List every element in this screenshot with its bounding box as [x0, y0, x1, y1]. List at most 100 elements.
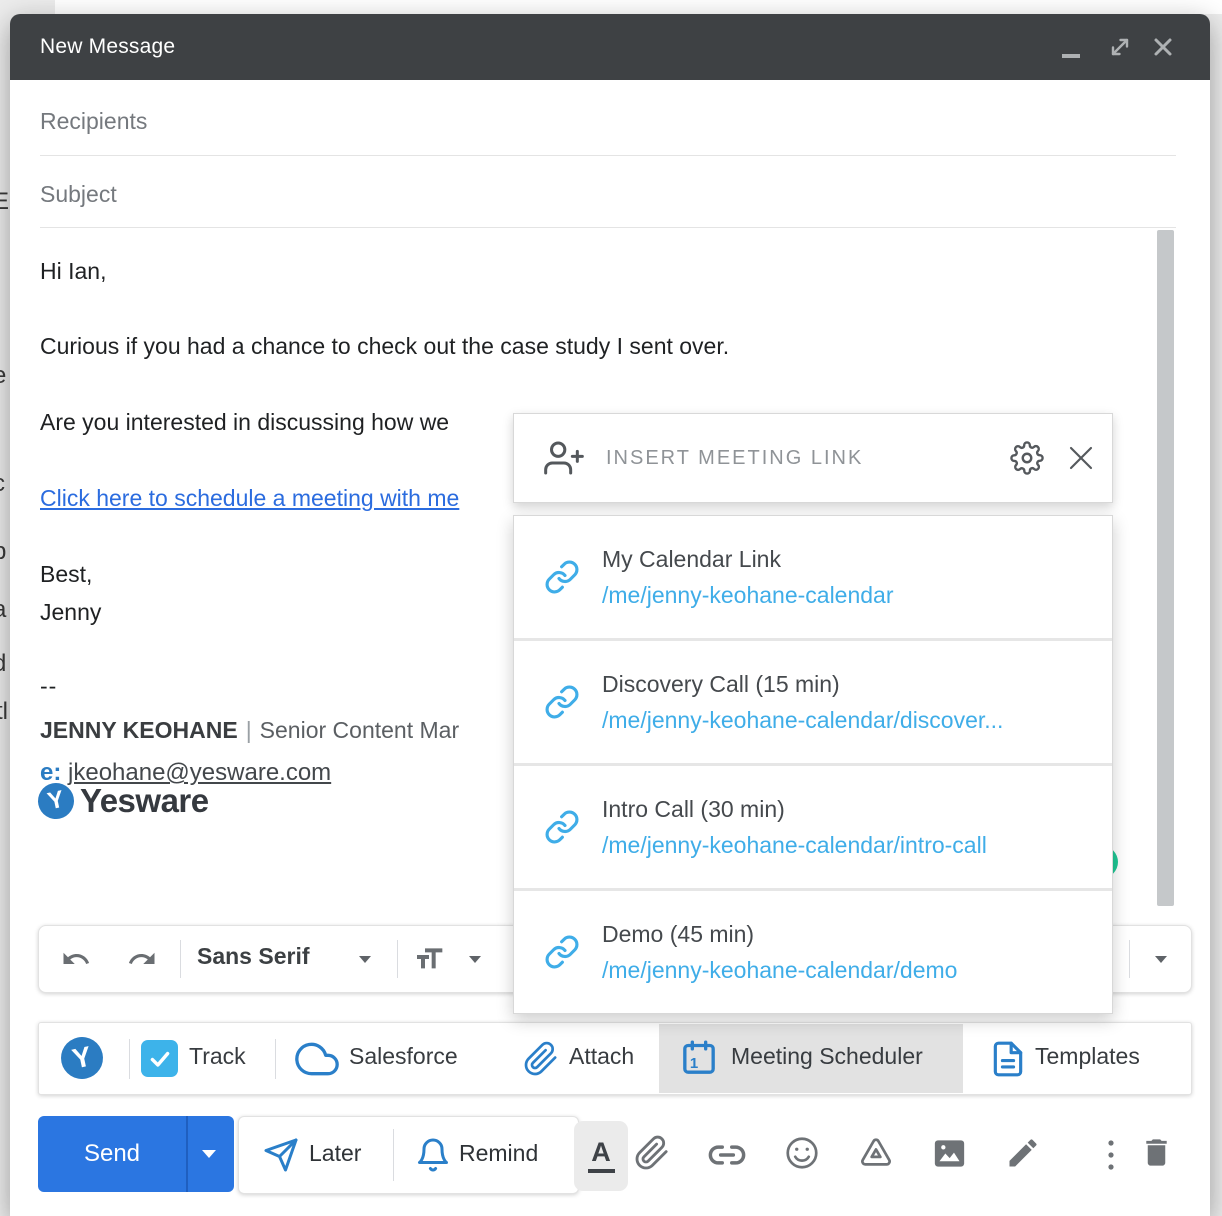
- meeting-link-item-discovery-call[interactable]: Discovery Call (15 min) /me/jenny-keohane…: [514, 638, 1112, 763]
- meeting-scheduler-label[interactable]: Meeting Scheduler: [731, 1043, 923, 1070]
- signature-name-line: JENNY KEOHANE|Senior Content Mar: [40, 717, 459, 744]
- text-size-icon[interactable]: [413, 943, 445, 975]
- body-line-para1[interactable]: Curious if you had a chance to check out…: [40, 333, 729, 360]
- undo-icon[interactable]: [61, 944, 91, 974]
- templates-label[interactable]: Templates: [1035, 1043, 1140, 1070]
- meeting-scheduler-calendar-icon[interactable]: 1: [679, 1038, 719, 1078]
- svg-text:1: 1: [690, 1055, 698, 1072]
- toolbar-divider: [393, 1129, 394, 1181]
- yesware-toolbar-logo-icon[interactable]: Y: [61, 1037, 103, 1079]
- salesforce-cloud-icon[interactable]: [295, 1037, 339, 1081]
- meeting-link-label: Discovery Call (15 min): [602, 671, 1003, 698]
- background-text-fragment: E: [0, 188, 9, 216]
- compose-titlebar[interactable]: New Message: [10, 14, 1210, 80]
- window-title: New Message: [40, 14, 175, 80]
- close-icon[interactable]: [1152, 36, 1174, 58]
- meeting-link-item-my-calendar[interactable]: My Calendar Link/me/jenny-keohane-calend…: [514, 516, 1112, 638]
- font-family-select[interactable]: Sans Serif: [197, 943, 310, 970]
- redo-icon[interactable]: [127, 944, 157, 974]
- link-chain-icon: [544, 934, 580, 970]
- toolbar-divider: [275, 1039, 276, 1079]
- field-divider: [40, 227, 1176, 228]
- gear-icon[interactable]: [1010, 441, 1044, 475]
- meeting-link-item-demo[interactable]: Demo (45 min) /me/jenny-keohane-calendar/…: [514, 888, 1112, 1013]
- insert-link-icon[interactable]: [708, 1141, 746, 1169]
- more-formatting-chevron-icon[interactable]: [1155, 956, 1167, 963]
- toolbar-divider: [397, 940, 398, 978]
- meeting-link-item-intro-call[interactable]: Intro Call (30 min) /me/jenny-keohane-cal…: [514, 763, 1112, 888]
- track-checkbox[interactable]: [141, 1040, 178, 1077]
- yesware-toolbar: Y Track Salesforce Attach 1: [38, 1022, 1192, 1095]
- remind-bell-icon[interactable]: [415, 1137, 451, 1173]
- insert-image-icon[interactable]: [931, 1135, 968, 1172]
- background-text-fragment: d: [0, 650, 6, 678]
- toolbar-divider: [180, 940, 181, 978]
- meeting-link-url: /me/jenny-keohane-calendar/intro-call: [602, 832, 987, 859]
- popup-title: INSERT MEETING LINK: [606, 447, 1010, 470]
- user-plus-icon: [544, 438, 584, 478]
- body-line-greeting[interactable]: Hi Ian,: [40, 258, 106, 285]
- send-button-label[interactable]: Send: [38, 1116, 186, 1192]
- chevron-down-icon[interactable]: [469, 956, 481, 963]
- meeting-link-url: /me/jenny-keohane-calendar/demo: [602, 957, 957, 984]
- screen: E e c p a d tl New Message Recipients Su…: [0, 0, 1222, 1216]
- attach-label[interactable]: Attach: [569, 1043, 634, 1070]
- signature-separator: |: [238, 717, 260, 743]
- schedule-meeting-link[interactable]: Click here to schedule a meeting with me: [40, 485, 459, 512]
- meeting-link-url: /me/jenny-keohane-calendar: [602, 582, 894, 609]
- yesware-logo-text: Yesware: [80, 782, 209, 820]
- formatting-options-button[interactable]: A: [574, 1121, 628, 1191]
- format-a-icon: A: [591, 1139, 611, 1166]
- link-chain-icon: [544, 809, 580, 845]
- background-text-fragment: e: [0, 362, 6, 390]
- toolbar-divider: [129, 1039, 130, 1079]
- link-chain-icon: [544, 684, 580, 720]
- send-later-plane-icon[interactable]: [263, 1137, 299, 1173]
- popup-close-icon[interactable]: [1066, 443, 1096, 473]
- more-options-icon[interactable]: [1106, 1138, 1116, 1172]
- google-drive-icon[interactable]: [858, 1135, 894, 1171]
- body-line-signoff[interactable]: Jenny: [40, 599, 101, 626]
- attach-paperclip-icon[interactable]: [523, 1041, 559, 1077]
- attach-files-icon[interactable]: [634, 1135, 670, 1171]
- background-text-fragment: p: [0, 538, 6, 566]
- meeting-link-label: Demo (45 min): [602, 921, 957, 948]
- templates-document-icon[interactable]: [989, 1040, 1027, 1078]
- emoji-icon[interactable]: [784, 1135, 820, 1171]
- send-options-chevron-icon[interactable]: [202, 1150, 216, 1158]
- meeting-link-label: My Calendar Link: [602, 546, 894, 573]
- background-text-fragment: c: [0, 470, 5, 498]
- link-chain-icon: [544, 559, 580, 595]
- body-scrollbar[interactable]: [1157, 230, 1174, 906]
- toolbar-divider: [1129, 940, 1130, 978]
- meeting-link-list: My Calendar Link/me/jenny-keohane-calend…: [513, 515, 1113, 1014]
- field-divider: [40, 155, 1176, 156]
- send-later-label[interactable]: Later: [309, 1140, 361, 1167]
- chevron-down-icon[interactable]: [359, 956, 371, 963]
- signature-name: JENNY KEOHANE: [40, 717, 238, 743]
- background-text-fragment: tl: [0, 698, 8, 726]
- body-line-para2[interactable]: Are you interested in discussing how we: [40, 409, 449, 436]
- send-button[interactable]: Send: [38, 1116, 234, 1192]
- background-page-strip: [55, 0, 1222, 14]
- background-text-fragment: a: [0, 596, 6, 624]
- salesforce-label[interactable]: Salesforce: [349, 1043, 458, 1070]
- send-later-group: Later Remind: [238, 1116, 579, 1194]
- recipients-input[interactable]: Recipients: [40, 108, 147, 135]
- remind-label[interactable]: Remind: [459, 1140, 538, 1167]
- meeting-link-url: /me/jenny-keohane-calendar/discover...: [602, 707, 1003, 734]
- send-split-divider: [186, 1116, 188, 1192]
- body-line-closing[interactable]: Best,: [40, 561, 92, 588]
- track-label[interactable]: Track: [189, 1043, 246, 1070]
- minimize-icon[interactable]: [1062, 54, 1080, 58]
- discard-trash-icon[interactable]: [1139, 1135, 1174, 1170]
- fullscreen-icon[interactable]: [1108, 35, 1132, 59]
- signature-divider: --: [40, 673, 57, 700]
- pen-icon[interactable]: [1005, 1135, 1041, 1171]
- insert-meeting-link-popup-header: INSERT MEETING LINK: [513, 413, 1113, 503]
- meeting-link-label: Intro Call (30 min): [602, 796, 987, 823]
- format-a-underline: [588, 1169, 615, 1173]
- subject-input[interactable]: Subject: [40, 181, 117, 208]
- yesware-signature-logo: Y Yesware: [38, 782, 209, 820]
- signature-role: Senior Content Mar: [260, 717, 459, 743]
